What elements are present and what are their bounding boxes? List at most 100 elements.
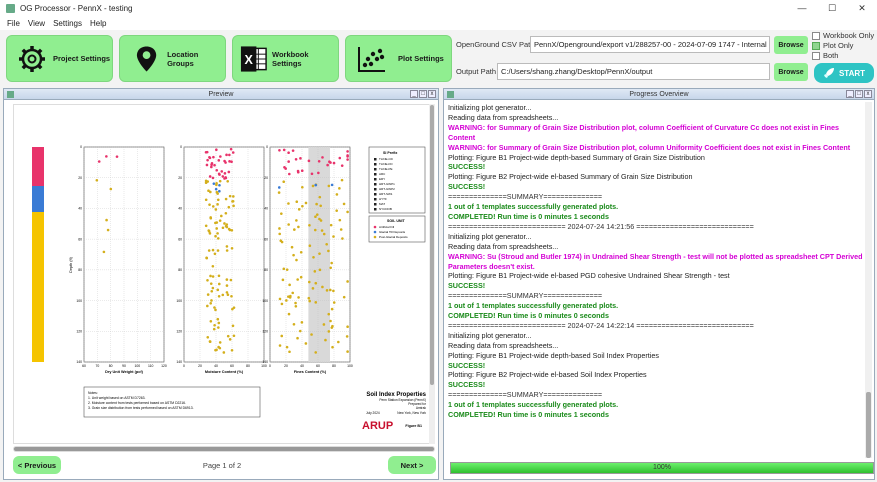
data-point <box>285 299 288 302</box>
data-point <box>211 286 215 290</box>
panel-maximize-button[interactable]: □ <box>419 90 427 98</box>
x-tick-label: 60 <box>316 364 320 368</box>
data-point <box>228 160 231 163</box>
project-settings-label: Project Settings <box>53 54 111 63</box>
legend-marker <box>374 188 377 191</box>
data-point <box>346 154 349 157</box>
data-point <box>225 153 228 157</box>
panel-minimize-button[interactable]: _ <box>410 90 418 98</box>
data-point <box>227 205 231 209</box>
menu-file[interactable]: File <box>0 19 24 28</box>
scroll-thumb[interactable] <box>430 105 434 385</box>
log-scrollbar[interactable] <box>865 102 872 458</box>
data-point <box>224 211 228 215</box>
log-line: ==============SUMMARY============== <box>448 390 603 400</box>
legend-item-label: ARC <box>379 172 386 176</box>
legend-marker <box>374 203 377 206</box>
preview-horizontal-scrollbar[interactable] <box>13 446 435 452</box>
data-point <box>278 227 281 230</box>
data-point <box>224 161 227 164</box>
output-path-label: Output Path <box>456 67 497 76</box>
menu-help[interactable]: Help <box>86 19 110 28</box>
workbook-settings-button[interactable]: X Workbook Settings <box>232 35 339 82</box>
preview-vertical-scrollbar[interactable] <box>429 104 435 444</box>
data-point <box>329 161 332 164</box>
location-groups-button[interactable]: Location Groups <box>119 35 226 82</box>
next-page-button[interactable]: Next > <box>388 456 436 474</box>
data-point <box>293 228 296 231</box>
y-tick-label: 60 <box>264 237 268 241</box>
panel-minimize-button[interactable]: _ <box>846 90 854 98</box>
progress-log[interactable]: Initializing plot generator... Reading da… <box>448 103 866 453</box>
close-button[interactable]: ✕ <box>847 0 877 16</box>
output-browse-button[interactable]: Browse <box>774 63 808 81</box>
both-checkbox[interactable]: Both <box>812 51 838 60</box>
menu-settings[interactable]: Settings <box>49 19 86 28</box>
legend-item-label: TLINE-FD <box>379 162 393 166</box>
log-line: 1 out of 1 templates successfully genera… <box>448 301 619 311</box>
panel-close-button[interactable]: x <box>864 90 872 98</box>
plot-settings-button[interactable]: Plot Settings <box>345 35 452 82</box>
data-point <box>297 225 300 229</box>
data-point <box>232 306 236 309</box>
figure-canvas: Depth (ft)60 70 80 90 100 110 1200204060801001… <box>32 145 427 432</box>
data-point <box>277 186 281 189</box>
data-point <box>289 294 292 298</box>
csv-path-input[interactable]: PennX/Openground/export v1/288257-00 - 2… <box>530 36 770 53</box>
menu-view[interactable]: View <box>24 19 49 28</box>
menu-bar: File View Settings Help <box>0 16 877 30</box>
workbook-only-checkbox[interactable]: Workbook Only <box>812 31 874 40</box>
panel-maximize-button[interactable]: □ <box>855 90 863 98</box>
legend-item-label: HYTF <box>379 197 387 201</box>
data-point <box>280 212 283 215</box>
data-point <box>214 234 217 238</box>
csv-path-label: OpenGround CSV Path <box>456 40 535 49</box>
maximize-button[interactable]: ☐ <box>817 0 847 16</box>
project-settings-button[interactable]: Project Settings <box>6 35 113 82</box>
workbook-only-label: Workbook Only <box>823 31 875 40</box>
data-point <box>308 299 312 303</box>
panel-icon <box>447 91 454 98</box>
scroll-thumb[interactable] <box>866 392 871 458</box>
legend-marker <box>374 193 377 196</box>
output-path-input[interactable]: C:/Users/shang.zhang/Desktop/PennX/outpu… <box>497 63 770 80</box>
x-tick-label: 90 <box>122 364 126 368</box>
y-tick-label: 0 <box>180 145 182 149</box>
legend-marker <box>374 198 377 201</box>
log-line: SUCCESS! <box>448 380 486 390</box>
x-tick-label: 80 <box>109 364 113 368</box>
csv-browse-button[interactable]: Browse <box>774 36 808 54</box>
x-tick-label: 0 <box>269 364 271 368</box>
start-button[interactable]: START <box>814 63 874 83</box>
data-point <box>332 289 335 293</box>
data-point <box>210 162 214 165</box>
data-point <box>216 317 220 321</box>
scatter-plot-icon <box>358 46 385 72</box>
data-point <box>221 175 225 178</box>
data-point <box>308 244 312 247</box>
data-point <box>212 327 216 331</box>
plot-only-checkbox[interactable]: Plot Only <box>812 41 853 50</box>
data-point <box>322 323 326 326</box>
data-point <box>319 204 322 208</box>
figure-preview[interactable]: Depth (ft) 60 70 80 90 100 110 120 0 20 40 60 80 100 1… <box>13 104 435 444</box>
data-point <box>314 281 318 285</box>
log-line: ==============SUMMARY============== <box>448 192 603 202</box>
start-label: START <box>838 68 866 78</box>
data-point <box>301 185 304 189</box>
scroll-thumb[interactable] <box>14 447 434 451</box>
data-point <box>207 249 211 252</box>
data-point <box>213 252 217 256</box>
sheet-date: July 2024 <box>366 411 380 415</box>
soil-unit-label: Post-Glacial Deposits <box>379 235 408 239</box>
preview-title: Preview <box>208 90 234 98</box>
soil-unit-marker <box>373 235 377 239</box>
y-tick-label: 80 <box>264 268 268 272</box>
data-point <box>216 232 219 235</box>
data-point <box>211 205 215 208</box>
data-point <box>291 149 295 152</box>
panel-close-button[interactable]: x <box>428 90 436 98</box>
data-point <box>335 209 338 212</box>
minimize-button[interactable]: — <box>787 0 817 16</box>
data-point <box>330 307 334 311</box>
